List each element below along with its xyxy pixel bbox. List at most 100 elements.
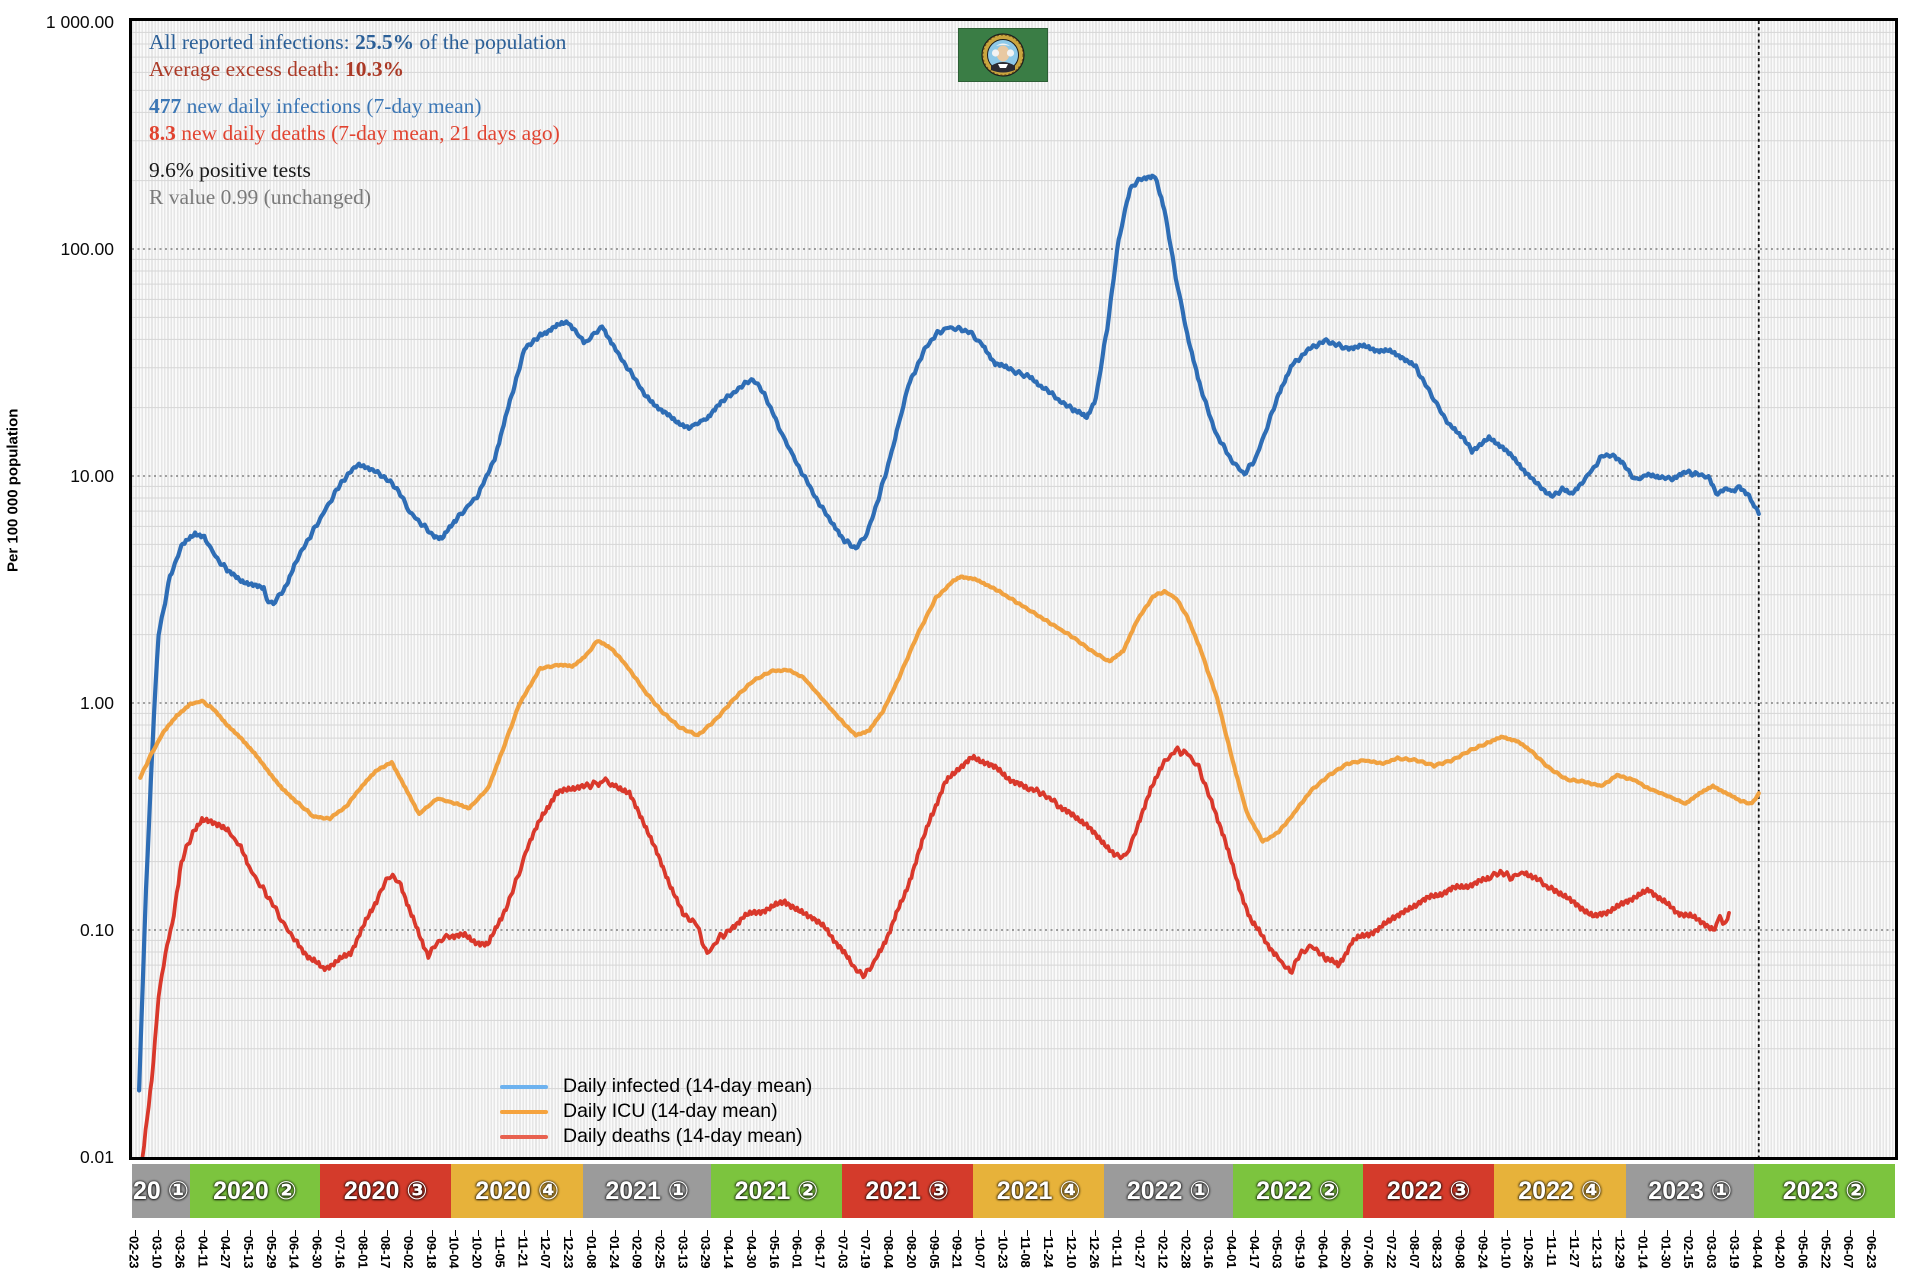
legend-item: Daily deaths (14-day mean)	[500, 1124, 812, 1149]
x-date-label: 03-10	[150, 1236, 165, 1268]
x-date-label: 09-24	[1475, 1236, 1490, 1268]
x-date-label: 04-01	[1224, 1236, 1239, 1268]
x-date-label: 04-27	[218, 1236, 233, 1268]
x-date-label: 12-13	[1590, 1236, 1605, 1268]
x-date-label: 01-24	[607, 1236, 622, 1268]
x-date-label: 06-17	[813, 1236, 828, 1268]
legend-item: Daily ICU (14-day mean)	[500, 1099, 812, 1124]
x-date-label: 03-19	[1727, 1236, 1742, 1268]
x-date-label: 02-09	[630, 1236, 645, 1268]
x-date-label: 01-11	[1110, 1236, 1125, 1268]
x-date-label: 12-10	[1064, 1236, 1079, 1268]
legend-label: Daily ICU (14-day mean)	[563, 1100, 778, 1123]
x-date-label: 12-26	[1087, 1236, 1102, 1268]
x-date-label: 10-10	[1498, 1236, 1513, 1268]
x-date-label: 05-22	[1818, 1236, 1833, 1268]
x-date-label: 09-02	[401, 1236, 416, 1268]
x-date-label: 08-17	[378, 1236, 393, 1268]
x-date-label: 03-03	[1704, 1236, 1719, 1268]
x-date-label: 01-27	[1133, 1236, 1148, 1268]
x-date-label: 08-20	[904, 1236, 919, 1268]
x-date-label: 01-14	[1635, 1236, 1650, 1268]
quarter-band: 2022 ③	[1363, 1164, 1494, 1218]
x-date-label: 05-06	[1795, 1236, 1810, 1268]
quarter-band: 2021 ③	[842, 1164, 973, 1218]
y-tick-label: 10.00	[0, 465, 114, 487]
x-date-label: 08-07	[1407, 1236, 1422, 1268]
x-date-label: 09-05	[927, 1236, 942, 1268]
x-date-label: 11-11	[1544, 1236, 1559, 1267]
quarter-band: 2020 ④	[451, 1164, 582, 1218]
x-date-label: 07-22	[1384, 1236, 1399, 1268]
annotation-line: R value 0.99 (unchanged)	[149, 184, 566, 211]
x-date-label: 05-03	[1270, 1236, 1285, 1268]
annotation-line: Average excess death: 10.3%	[149, 56, 566, 83]
legend-line-swatch	[500, 1110, 548, 1114]
chart-legend: Daily infected (14-day mean)Daily ICU (1…	[500, 1074, 812, 1149]
x-date-label: 07-03	[835, 1236, 850, 1268]
quarter-band: 2023 ②	[1754, 1164, 1894, 1218]
x-date-label: 09-21	[950, 1236, 965, 1268]
x-date-label: 08-01	[355, 1236, 370, 1268]
quarter-band: 2021 ①	[583, 1164, 712, 1218]
x-date-label: 07-06	[1361, 1236, 1376, 1268]
x-date-label: 04-17	[1247, 1236, 1262, 1268]
legend-item: Daily infected (14-day mean)	[500, 1074, 812, 1099]
quarter-band: 2020 ②	[190, 1164, 320, 1218]
washington-state-flag-icon	[958, 28, 1048, 82]
x-date-label: 10-20	[470, 1236, 485, 1268]
y-tick-label: 0.10	[0, 919, 114, 941]
x-date-label: 10-26	[1521, 1236, 1536, 1268]
legend-line-swatch	[500, 1085, 548, 1089]
annotation-line: 8.3 new daily deaths (7-day mean, 21 day…	[149, 120, 566, 147]
quarter-band: 2022 ②	[1233, 1164, 1363, 1218]
x-date-label: 10-04	[447, 1236, 462, 1268]
x-date-label: 06-04	[1315, 1236, 1330, 1268]
x-date-label: 10-23	[995, 1236, 1010, 1268]
quarter-band: 2020 ③	[320, 1164, 451, 1218]
x-date-label: 04-14	[721, 1236, 736, 1268]
x-date-label: 03-13	[675, 1236, 690, 1268]
x-date-label: 12-23	[561, 1236, 576, 1268]
y-tick-label: 1.00	[0, 692, 114, 714]
annotation-line: 9.6% positive tests	[149, 157, 566, 184]
series-infected-line	[139, 176, 1759, 1091]
chart-plot-area: All reported infections: 25.5% of the po…	[129, 18, 1898, 1160]
legend-line-swatch	[500, 1135, 548, 1139]
x-date-label: 03-26	[172, 1236, 187, 1268]
x-date-label: 06-07	[1841, 1236, 1856, 1268]
y-axis-title: Per 100 000 population	[2, 388, 24, 592]
summary-annotations: All reported infections: 25.5% of the po…	[149, 29, 566, 211]
x-date-label: 11-05	[492, 1236, 507, 1268]
x-date-label: 06-23	[1864, 1236, 1879, 1268]
x-date-label: 01-08	[584, 1236, 599, 1268]
x-date-label: 04-04	[1750, 1236, 1765, 1268]
annotation-line: All reported infections: 25.5% of the po…	[149, 29, 566, 56]
y-tick-label: 100.00	[0, 238, 114, 260]
x-date-label: 10-07	[973, 1236, 988, 1268]
x-date-label: 01-30	[1658, 1236, 1673, 1268]
x-date-label: 06-20	[1338, 1236, 1353, 1268]
quarter-band: 2021 ④	[973, 1164, 1104, 1218]
quarter-band: 2022 ④	[1494, 1164, 1625, 1218]
y-tick-label: 1 000.00	[0, 11, 114, 33]
quarter-band: 2023 ①	[1626, 1164, 1755, 1218]
x-date-label: 02-12	[1155, 1236, 1170, 1268]
x-date-label: 11-27	[1567, 1236, 1582, 1268]
x-date-label: 09-18	[424, 1236, 439, 1268]
quarter-band: 2021 ②	[711, 1164, 841, 1218]
x-date-label: 04-11	[195, 1236, 210, 1268]
legend-label: Daily deaths (14-day mean)	[563, 1125, 803, 1148]
x-date-label: 04-30	[744, 1236, 759, 1268]
x-date-label: 05-29	[264, 1236, 279, 1268]
x-date-label: 11-08	[1018, 1236, 1033, 1268]
x-date-label: 11-24	[1041, 1236, 1056, 1268]
x-date-label: 11-21	[515, 1236, 530, 1268]
x-date-label: 06-30	[310, 1236, 325, 1268]
x-date-label: 02-28	[1178, 1236, 1193, 1268]
legend-label: Daily infected (14-day mean)	[563, 1075, 812, 1098]
x-date-label: 05-19	[1293, 1236, 1308, 1268]
x-date-label: 05-16	[767, 1236, 782, 1268]
x-date-label: 09-08	[1453, 1236, 1468, 1268]
x-date-label: 03-16	[1201, 1236, 1216, 1268]
